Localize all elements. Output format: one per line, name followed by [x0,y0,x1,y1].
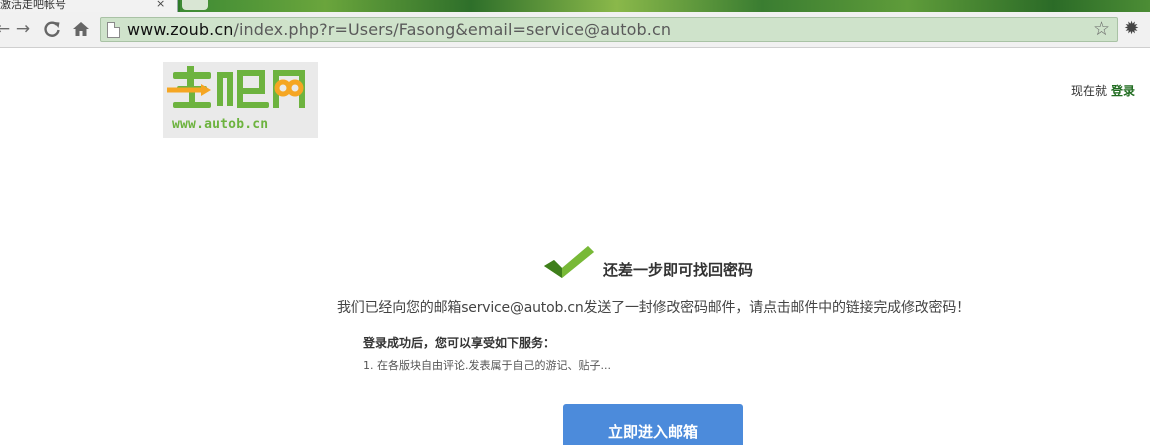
new-tab-button[interactable] [182,0,208,10]
logo-url-text: www.autob.cn [172,117,269,132]
description-text: 我们已经向您的邮箱service@autob.cn发送了一封修改密码邮件，请点击… [337,300,970,316]
login-link[interactable]: 登录 [1111,84,1135,98]
checkmark-icon [542,244,594,284]
benefits-title: 登录成功后，您可以享受如下服务： [363,336,556,350]
tab-close-icon[interactable]: × [156,0,165,10]
home-icon[interactable] [70,18,92,40]
tab-strip: 激活走吧帐号 × [0,0,1150,12]
benefit-item: 1. 在各版块自由评论.发表属于自己的游记、贴子... [363,359,611,372]
page-headline: 还差一步即可找回密码 [603,261,754,279]
page-icon [107,22,120,38]
tab-strip-background [180,0,1150,12]
logo-mark-icon [167,66,305,108]
address-bar[interactable]: www.zoub.cn/index.php?r=Users/Fasong&ema… [100,17,1118,42]
extension-bug-icon[interactable]: ✹ [1124,18,1139,39]
enter-mailbox-button[interactable]: 立即进入邮箱 [563,404,743,445]
bookmark-star-icon[interactable]: ☆ [1093,18,1110,40]
tab-title: 激活走吧帐号 [0,0,66,11]
url-text[interactable]: www.zoub.cn/index.php?r=Users/Fasong&ema… [127,20,671,39]
browser-toolbar: ← → www.zoub.cn/index.php?r=Users/Fasong… [0,12,1150,48]
site-logo[interactable]: www.autob.cn [163,62,318,138]
active-tab[interactable]: 激活走吧帐号 × [0,0,178,12]
login-prompt: 现在就 登录 [1071,82,1135,99]
url-host: www.zoub.cn [127,20,234,39]
url-path: /index.php?r=Users/Fasong&email=service@… [233,20,672,39]
login-prefix: 现在就 [1071,84,1108,98]
reload-icon[interactable] [41,18,63,40]
forward-icon[interactable]: → [12,18,34,40]
